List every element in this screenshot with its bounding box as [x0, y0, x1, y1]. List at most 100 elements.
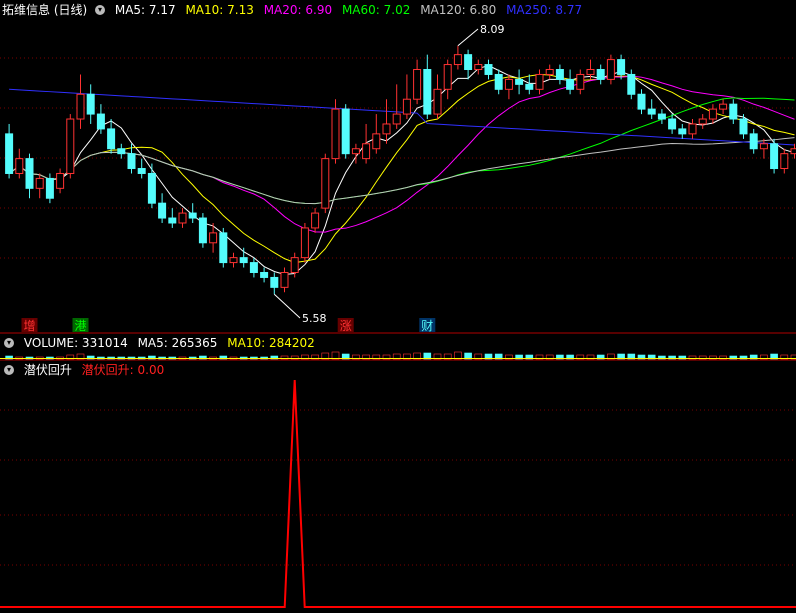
signal-title: 潜伏回升	[23, 363, 72, 377]
signal-value: 潜伏回升: 0.00	[81, 363, 165, 377]
candle-body	[300, 227, 309, 259]
candle-body	[402, 98, 411, 115]
candle-body	[749, 133, 758, 150]
candle-body	[147, 172, 156, 204]
candle-body	[229, 257, 238, 264]
volume-bars	[0, 351, 796, 360]
candle-body	[525, 83, 534, 90]
candle-body	[504, 78, 513, 90]
candle-body	[198, 217, 207, 244]
candle-body	[617, 59, 626, 75]
moving-average-lines	[8, 65, 795, 275]
candle-body	[331, 108, 340, 160]
candle-body	[382, 123, 391, 135]
candle-body	[270, 276, 279, 288]
event-marker-label: 涨	[340, 318, 352, 333]
candle-body	[311, 212, 320, 229]
volume-bar	[454, 351, 462, 360]
volume-ma5: MA5: 265365	[137, 336, 218, 350]
candle-body	[35, 177, 44, 189]
candle-body	[351, 148, 360, 155]
ma20-line	[8, 75, 795, 233]
candle-body	[107, 128, 116, 150]
candle-body	[280, 271, 289, 288]
high-price-label: 8.09	[480, 23, 505, 36]
candle-body	[770, 143, 779, 170]
volume-value: VOLUME: 331014	[23, 336, 128, 350]
candle-body	[464, 54, 473, 71]
candle-body	[698, 118, 707, 125]
candle-body	[249, 262, 258, 273]
candle-body	[5, 133, 14, 174]
candlestick-series: 增港涨财	[5, 28, 796, 333]
candle-body	[178, 212, 187, 224]
ma20-value: MA20: 6.90	[263, 3, 333, 17]
volume-ma10: MA10: 284202	[227, 336, 315, 350]
annotations: 8.09 5.58	[302, 23, 505, 325]
candle-body	[657, 113, 666, 120]
ma10-line	[8, 73, 795, 264]
candle-body	[596, 69, 605, 80]
candle-body	[494, 73, 503, 90]
candle-body	[127, 153, 136, 170]
signal-series	[0, 379, 796, 608]
ma120-value: MA120: 6.80	[420, 3, 497, 17]
candle-body	[321, 158, 330, 209]
candle-body	[392, 113, 401, 125]
candle-body	[688, 123, 697, 135]
candle-body	[188, 212, 197, 219]
volume-header: ▾ VOLUME: 331014 MA5: 265365 MA10: 28420…	[2, 335, 321, 351]
candle-body	[239, 257, 248, 264]
chevron-down-icon[interactable]: ▾	[4, 364, 14, 375]
candle-body	[555, 69, 564, 80]
candle-body	[117, 148, 126, 155]
candle-body	[56, 172, 65, 189]
candle-body	[290, 257, 299, 273]
candle-body	[341, 108, 350, 155]
candle-body	[453, 54, 462, 66]
candle-body	[433, 88, 442, 115]
event-marker-label: 增	[23, 319, 35, 333]
grid-lines	[0, 57, 796, 566]
candle-body	[647, 108, 656, 115]
ma60-value: MA60: 7.02	[341, 3, 411, 17]
chart-canvas: 增 港 涨 财 8.09 5.58	[0, 23, 796, 608]
candle-body	[586, 69, 595, 75]
candle-body	[158, 202, 167, 219]
candle-body	[362, 143, 371, 160]
candle-body	[545, 69, 554, 75]
price-header: 拓维信息 (日线) ▾ MA5: 7.17 MA10: 7.13 MA20: 6…	[2, 2, 588, 18]
chevron-down-icon[interactable]: ▾	[95, 4, 106, 15]
candle-body	[137, 168, 146, 174]
low-price-label: 5.58	[302, 312, 327, 325]
candle-body	[759, 143, 768, 150]
ma40-line	[8, 97, 795, 205]
candle-body	[45, 177, 54, 199]
candle-body	[413, 69, 422, 100]
candle-body	[637, 93, 646, 110]
candle-body	[780, 153, 789, 170]
candle-body	[168, 217, 177, 224]
high-marker	[457, 28, 479, 47]
ma10-value: MA10: 7.13	[185, 3, 254, 17]
low-marker	[273, 293, 301, 319]
candle-body	[535, 73, 544, 90]
candle-body	[708, 108, 717, 120]
candle-body	[729, 103, 738, 120]
candle-body	[219, 232, 228, 264]
candle-body	[566, 78, 575, 90]
candle-body	[66, 118, 75, 174]
ma250-value: MA250: 8.77	[506, 3, 583, 17]
candle-body	[627, 73, 636, 95]
signal-line	[0, 379, 796, 608]
ma60-line	[8, 137, 795, 205]
candle-body	[606, 59, 615, 80]
candle-body	[423, 69, 432, 115]
candle-body	[443, 64, 452, 90]
volume-bar	[331, 351, 340, 360]
candle-body	[86, 93, 95, 115]
candle-body	[576, 73, 585, 90]
candle-body	[260, 271, 269, 278]
chevron-down-icon[interactable]: ▾	[4, 337, 14, 348]
candle-body	[474, 64, 483, 71]
